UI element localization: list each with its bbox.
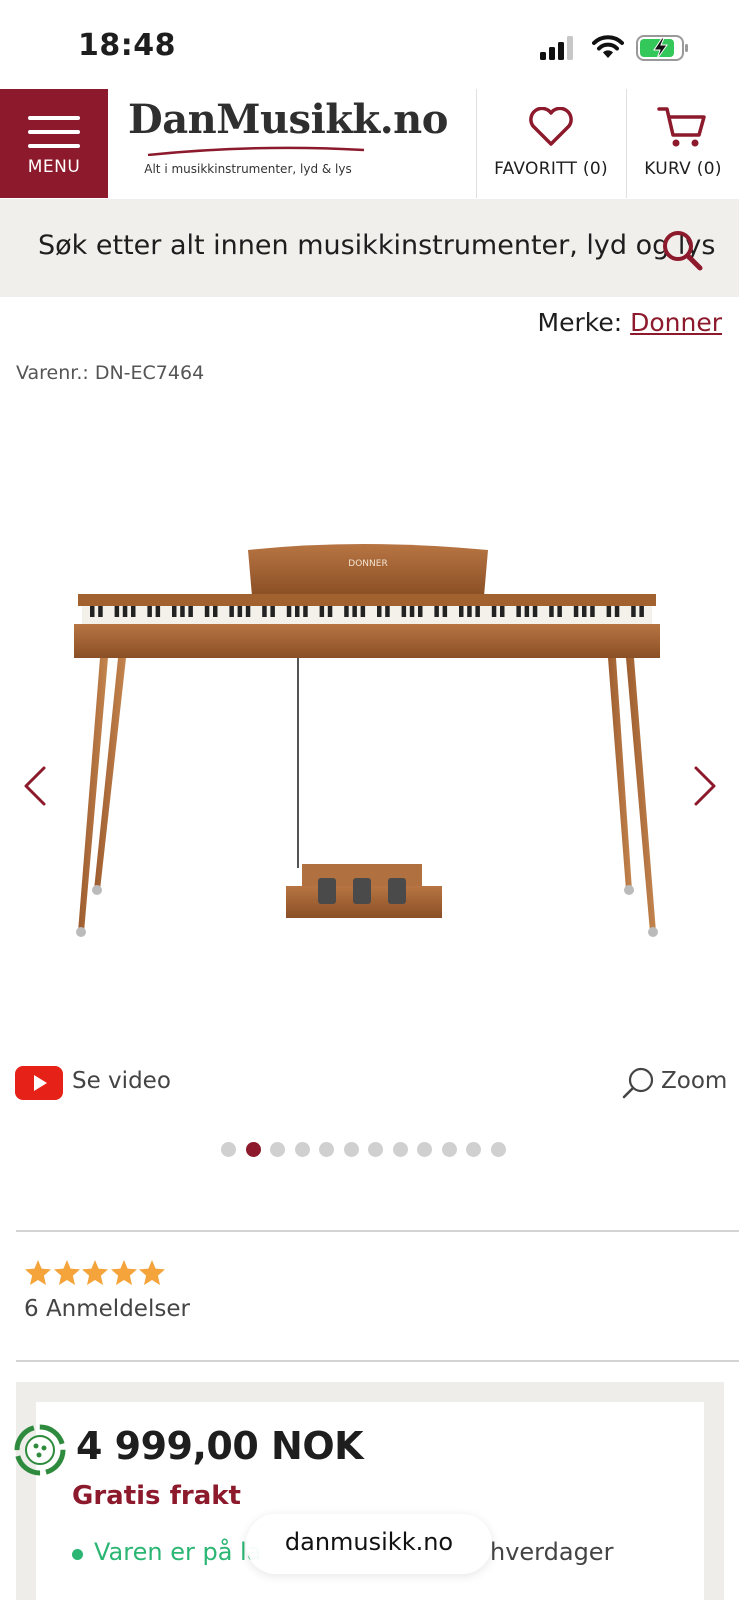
- cart-label: KURV (0): [644, 159, 722, 179]
- cart-icon: [657, 107, 706, 147]
- star-icon: [139, 1260, 165, 1285]
- price: 4 999,00 NOK: [76, 1424, 364, 1468]
- gallery-dot[interactable]: [368, 1142, 383, 1157]
- free-shipping: Gratis frakt: [72, 1481, 241, 1511]
- logo-swoosh: [147, 146, 365, 156]
- section-divider: [16, 1360, 739, 1362]
- gallery-dot[interactable]: [466, 1142, 481, 1157]
- gallery-dot[interactable]: [490, 1142, 506, 1157]
- gallery-dot[interactable]: [245, 1142, 261, 1157]
- battery-charging-icon: [636, 35, 688, 61]
- gallery-dot[interactable]: [343, 1142, 359, 1157]
- search-icon[interactable]: [660, 228, 704, 272]
- star-icon: [25, 1260, 51, 1285]
- magnifier-icon: [622, 1067, 654, 1099]
- gallery-dot[interactable]: [392, 1142, 408, 1157]
- section-divider: [16, 1230, 739, 1232]
- image-brand-text: DONNER: [348, 559, 387, 569]
- gallery-dot[interactable]: [417, 1142, 432, 1157]
- gallery-next-arrow-icon[interactable]: [690, 764, 720, 808]
- browser-url-bar[interactable]: danmusikk.no: [246, 1514, 492, 1574]
- menu-label: MENU: [27, 157, 81, 177]
- gallery-dot[interactable]: [294, 1142, 310, 1157]
- status-time: 18:48: [78, 28, 176, 63]
- search-input[interactable]: Søk etter alt innen musikkinstrumenter, …: [38, 230, 715, 261]
- cellular-signal-icon: [540, 36, 573, 60]
- youtube-icon: [15, 1066, 63, 1100]
- trust-badge-icon[interactable]: [14, 1424, 66, 1476]
- star-icon: [110, 1260, 137, 1285]
- reviews-count[interactable]: 6 Anmeldelser: [24, 1296, 190, 1322]
- stock-status-dot: [72, 1549, 83, 1560]
- heart-icon: [529, 107, 573, 146]
- stock-delivery: hverdager: [490, 1538, 614, 1566]
- wifi-icon: [592, 35, 624, 58]
- gallery-dot[interactable]: [319, 1142, 334, 1157]
- brand-prefix: Merke:: [537, 308, 623, 337]
- favorites-button[interactable]: FAVORITT (0): [477, 89, 625, 198]
- logo-text: DanMusikk.no: [128, 96, 448, 143]
- brand-link[interactable]: Donner: [630, 308, 722, 337]
- browser-url: danmusikk.no: [284, 1528, 454, 1556]
- gallery-dot[interactable]: [270, 1142, 285, 1157]
- star-icon: [82, 1260, 108, 1285]
- sku: Varenr.: DN-EC7464: [16, 362, 205, 384]
- menu-button[interactable]: MENU: [0, 89, 108, 198]
- zoom-button[interactable]: Zoom: [621, 1064, 731, 1102]
- gallery-prev-arrow-icon[interactable]: [20, 764, 50, 808]
- brand-line: Merke: Donner: [538, 308, 722, 337]
- zoom-label: Zoom: [661, 1068, 728, 1094]
- product-image[interactable]: DONNER: [60, 540, 680, 960]
- video-label: Se video: [72, 1068, 171, 1094]
- gallery-dot[interactable]: [441, 1142, 457, 1157]
- star-icon: [53, 1260, 80, 1285]
- hamburger-icon: [28, 116, 80, 158]
- favorites-label: FAVORITT (0): [494, 159, 608, 179]
- gallery-dot[interactable]: [221, 1142, 236, 1157]
- logo-tagline: Alt i musikkinstrumenter, lyd & lys: [144, 162, 352, 176]
- stock-status: Varen er på la: [94, 1538, 262, 1566]
- site-logo[interactable]: DanMusikk.no Alt i musikkinstrumenter, l…: [128, 96, 448, 190]
- cart-button[interactable]: KURV (0): [627, 89, 739, 198]
